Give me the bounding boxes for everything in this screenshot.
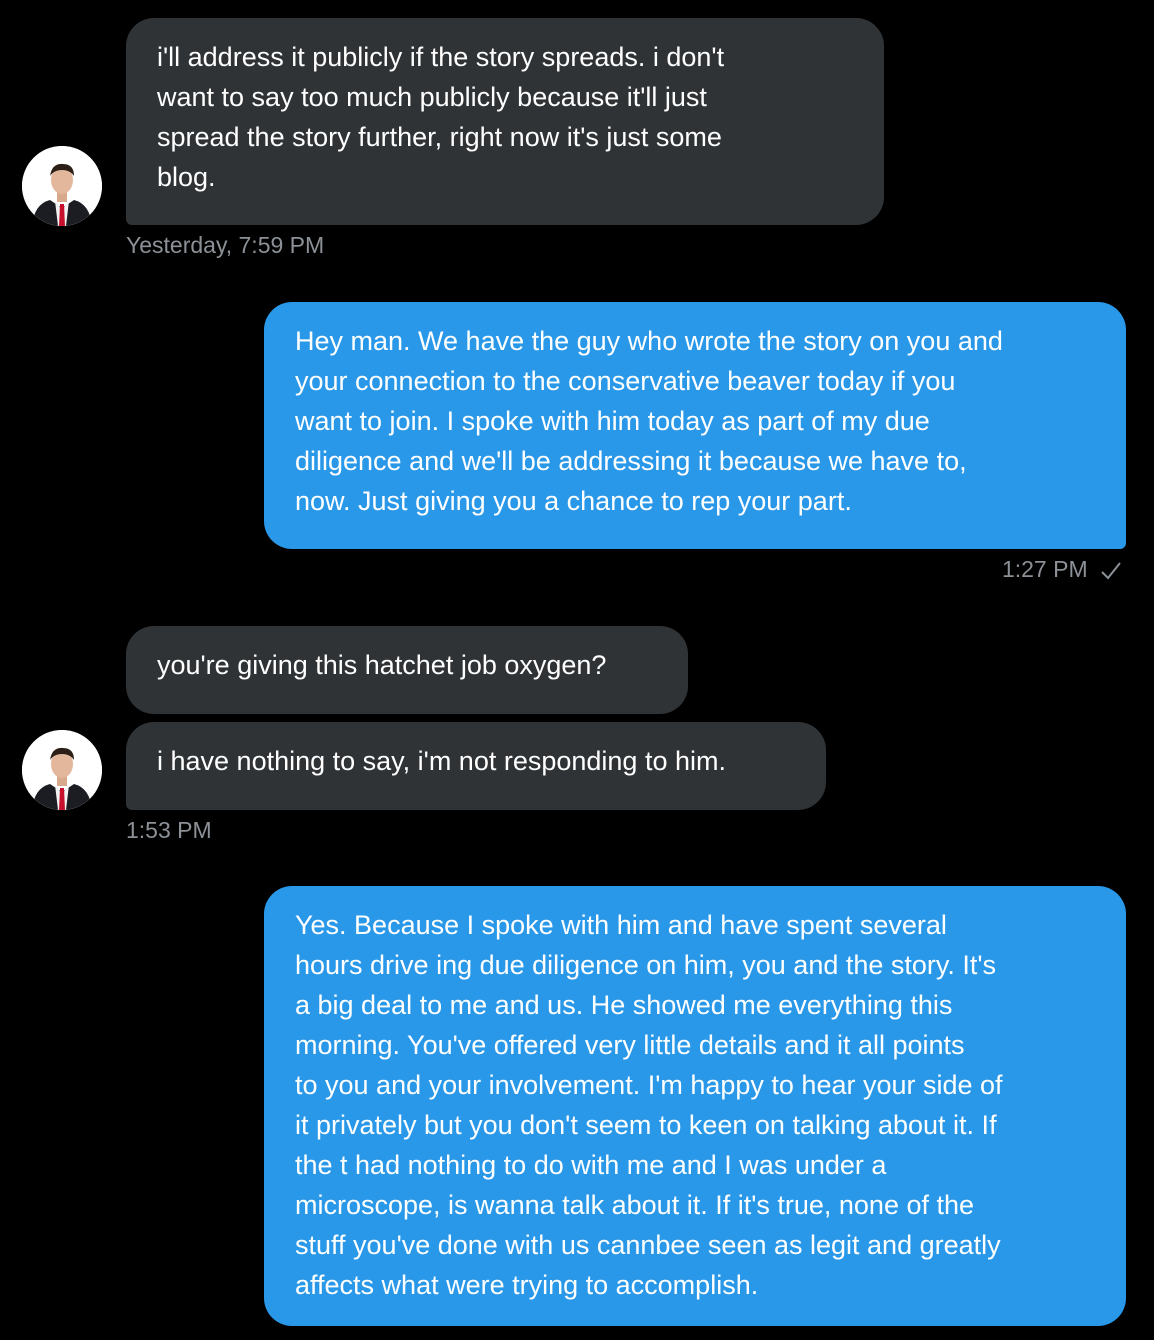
- message-text-line: morning. You've offered very little deta…: [295, 1030, 965, 1060]
- message-bubble-incoming[interactable]: i'll address it publicly if the story sp…: [126, 18, 884, 225]
- message-bubble-outgoing[interactable]: Yes. Because I spoke with him and have s…: [264, 886, 1126, 1326]
- checkmark-icon: [1101, 562, 1121, 580]
- message-bubble-incoming[interactable]: i have nothing to say, i'm not respondin…: [126, 722, 826, 810]
- message-text-line: the t had nothing to do with me and I wa…: [295, 1150, 887, 1180]
- message-text-line: now. Just giving you a chance to rep you…: [295, 486, 852, 516]
- message-text-line: Yes. Because I spoke with him and have s…: [295, 910, 947, 940]
- message-text-line: you're giving this hatchet job oxygen?: [157, 650, 607, 680]
- message-text-line: it privately but you don't seem to keen …: [295, 1110, 997, 1140]
- message-text-line: want to join. I spoke with him today as …: [295, 406, 930, 436]
- message-text-line: spread the story further, right now it's…: [157, 122, 722, 152]
- contact-avatar[interactable]: [22, 730, 102, 810]
- person-avatar-icon: [22, 146, 102, 226]
- message-bubble-outgoing[interactable]: Hey man. We have the guy who wrote the s…: [264, 302, 1126, 549]
- message-text-line: i have nothing to say, i'm not respondin…: [157, 746, 726, 776]
- message-timestamp-sent: 1:27 PM: [1002, 555, 1122, 583]
- message-text-line: Hey man. We have the guy who wrote the s…: [295, 326, 1003, 356]
- message-timestamp: 1:53 PM: [126, 817, 212, 843]
- message-text-line: a big deal to me and us. He showed me ev…: [295, 990, 953, 1020]
- message-text-line: i'll address it publicly if the story sp…: [157, 42, 725, 72]
- message-text-line: blog.: [157, 162, 216, 192]
- message-text-line: your connection to the conservative beav…: [295, 366, 956, 396]
- message-text-line: diligence and we'll be addressing it bec…: [295, 446, 967, 476]
- message-bubble-incoming[interactable]: you're giving this hatchet job oxygen?: [126, 626, 688, 714]
- message-text-line: want to say too much publicly because it…: [157, 82, 707, 112]
- message-text-line: microscope, is wanna talk about it. If i…: [295, 1190, 975, 1220]
- message-timestamp: 1:27 PM: [1001, 556, 1088, 582]
- message-text-line: hours drive ing due diligence on him, yo…: [295, 950, 997, 980]
- contact-avatar[interactable]: [22, 146, 102, 226]
- message-timestamp: Yesterday, 7:59 PM: [126, 232, 325, 258]
- person-avatar-icon: [22, 730, 102, 810]
- message-text-line: stuff you've done with us cannbee seen a…: [295, 1230, 1001, 1260]
- message-text-line: to you and your involvement. I'm happy t…: [295, 1070, 1003, 1100]
- message-text-line: affects what were trying to accomplish.: [295, 1270, 759, 1300]
